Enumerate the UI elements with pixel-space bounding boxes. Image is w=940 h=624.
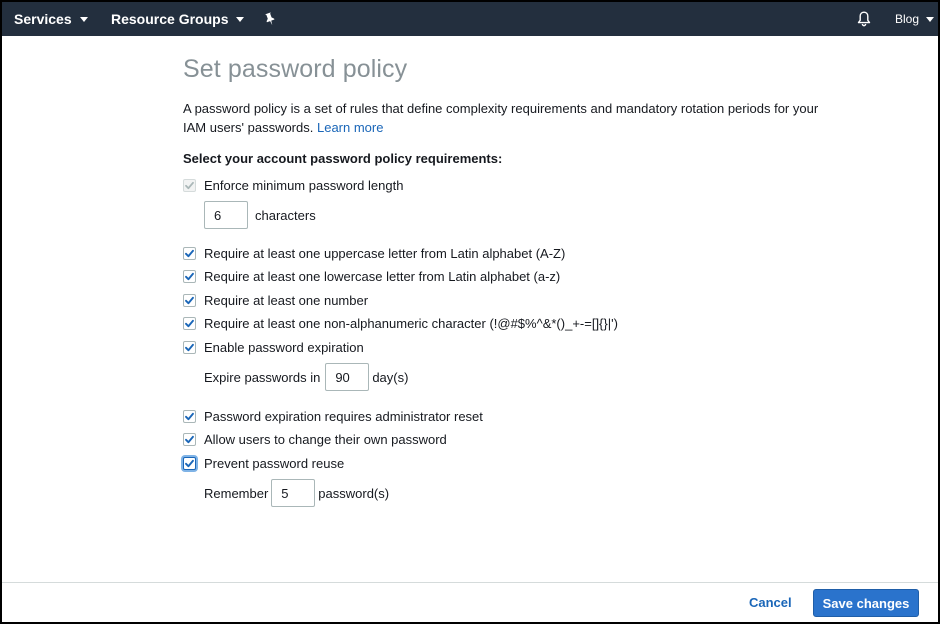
checkmark-icon bbox=[185, 249, 194, 257]
policy-description: A password policy is a set of rules that… bbox=[183, 99, 833, 137]
account-menu[interactable]: Blog bbox=[895, 2, 935, 36]
remember-setting: Remember 5 password(s) bbox=[204, 479, 389, 507]
checkmark-icon bbox=[185, 435, 194, 443]
checkmark-icon bbox=[185, 459, 194, 467]
pin-button[interactable] bbox=[264, 2, 276, 36]
admin-reset-label: Password expiration requires administrat… bbox=[204, 408, 483, 424]
prevent-reuse-label: Prevent password reuse bbox=[204, 455, 345, 471]
chevron-down-icon bbox=[236, 16, 245, 22]
expiration-setting: Expire passwords in 90 day(s) bbox=[204, 363, 408, 391]
lowercase-label: Require at least one lowercase letter fr… bbox=[204, 268, 561, 284]
nonalphanumeric-option: Require at least one non-alphanumeric ch… bbox=[183, 314, 618, 332]
description-text: A password policy is a set of rules that… bbox=[183, 101, 819, 135]
window-frame: Services Resource Groups Blog Set passwo… bbox=[0, 0, 940, 624]
lowercase-checkbox[interactable] bbox=[183, 269, 196, 283]
resource-groups-menu[interactable]: Resource Groups bbox=[111, 2, 245, 36]
chevron-down-icon bbox=[926, 16, 935, 22]
remember-count-input[interactable]: 5 bbox=[271, 479, 316, 507]
cancel-button[interactable]: Cancel bbox=[749, 595, 792, 610]
min-length-unit: characters bbox=[255, 207, 316, 223]
expiration-label: Enable password expiration bbox=[204, 339, 364, 355]
uppercase-checkbox[interactable] bbox=[183, 246, 196, 260]
number-label: Require at least one number bbox=[204, 292, 369, 308]
prevent-reuse-option: Prevent password reuse bbox=[183, 454, 344, 472]
min-length-option: Enforce minimum password length bbox=[183, 176, 403, 194]
chevron-down-icon bbox=[79, 16, 88, 22]
allow-change-label: Allow users to change their own password bbox=[204, 431, 447, 447]
uppercase-label: Require at least one uppercase letter fr… bbox=[204, 245, 566, 261]
services-label: Services bbox=[14, 11, 72, 27]
lowercase-option: Require at least one lowercase letter fr… bbox=[183, 267, 560, 285]
notifications-button[interactable] bbox=[857, 2, 871, 36]
min-length-input[interactable]: 6 bbox=[204, 201, 248, 229]
checkmark-icon bbox=[185, 412, 194, 420]
pin-icon bbox=[265, 12, 275, 26]
expiration-option: Enable password expiration bbox=[183, 338, 364, 356]
checkmark-icon bbox=[185, 181, 194, 189]
number-option: Require at least one number bbox=[183, 291, 368, 309]
admin-reset-option: Password expiration requires administrat… bbox=[183, 407, 483, 425]
min-length-label: Enforce minimum password length bbox=[204, 177, 404, 193]
nonalphanumeric-label: Require at least one non-alphanumeric ch… bbox=[204, 315, 618, 331]
account-label: Blog bbox=[895, 12, 920, 26]
allow-change-option: Allow users to change their own password bbox=[183, 430, 447, 448]
save-changes-button[interactable]: Save changes bbox=[813, 589, 919, 617]
prevent-reuse-checkbox[interactable] bbox=[183, 456, 196, 470]
admin-reset-checkbox[interactable] bbox=[183, 409, 196, 423]
nonalphanumeric-checkbox[interactable] bbox=[183, 316, 196, 330]
min-length-checkbox[interactable] bbox=[183, 178, 196, 192]
expire-unit: day(s) bbox=[372, 369, 409, 385]
top-navigation-bar: Services Resource Groups Blog bbox=[2, 2, 938, 36]
checkmark-icon bbox=[185, 343, 194, 351]
min-length-setting: 6 characters bbox=[204, 201, 316, 229]
checkmark-icon bbox=[185, 272, 194, 280]
number-checkbox[interactable] bbox=[183, 293, 196, 307]
expire-prefix: Expire passwords in bbox=[204, 369, 321, 385]
allow-change-checkbox[interactable] bbox=[183, 432, 196, 446]
expire-days-input[interactable]: 90 bbox=[325, 363, 370, 391]
checkmark-icon bbox=[185, 296, 194, 304]
uppercase-option: Require at least one uppercase letter fr… bbox=[183, 244, 565, 262]
services-menu[interactable]: Services bbox=[14, 2, 88, 36]
learn-more-link[interactable]: Learn more bbox=[317, 120, 383, 135]
checkmark-icon bbox=[185, 319, 194, 327]
page-title: Set password policy bbox=[183, 55, 408, 83]
remember-prefix: Remember bbox=[204, 485, 269, 501]
bell-icon bbox=[857, 11, 871, 27]
section-title: Select your account password policy requ… bbox=[183, 151, 503, 166]
footer-divider bbox=[2, 582, 938, 583]
expiration-checkbox[interactable] bbox=[183, 340, 196, 354]
resource-groups-label: Resource Groups bbox=[111, 11, 229, 27]
remember-unit: password(s) bbox=[318, 485, 390, 501]
